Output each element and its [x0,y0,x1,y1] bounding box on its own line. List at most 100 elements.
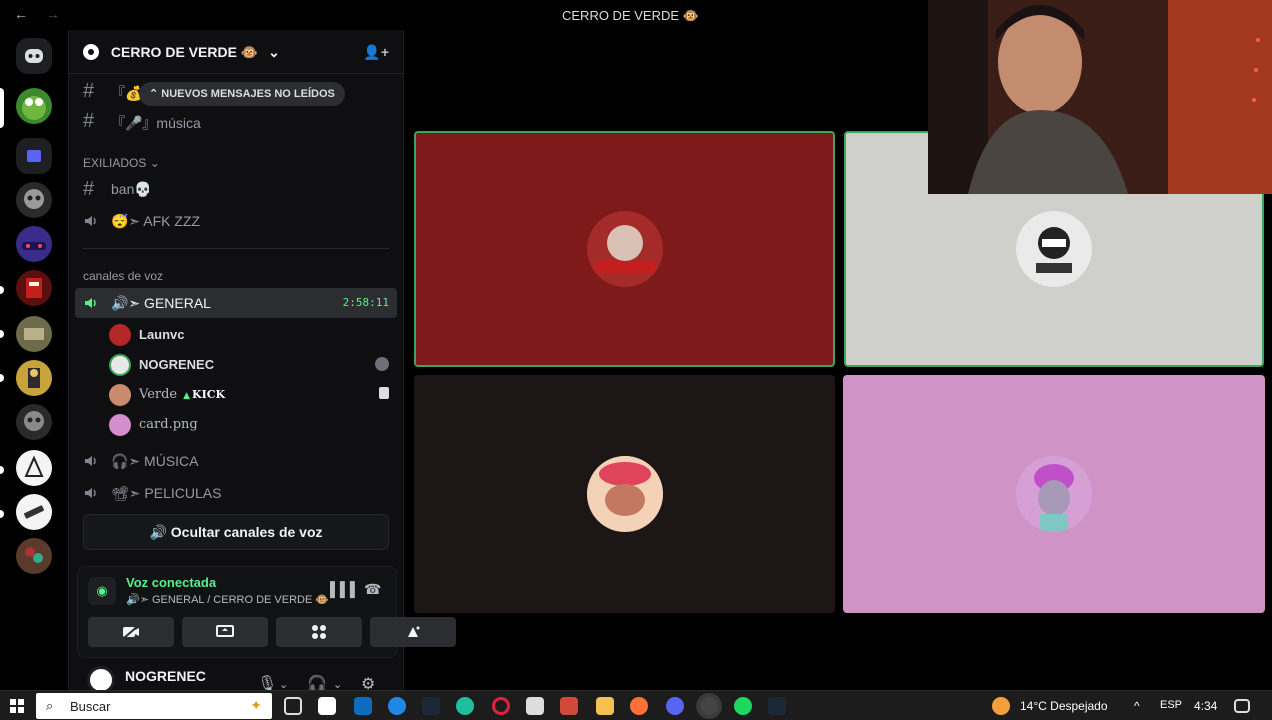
server-red-book-icon[interactable] [16,270,52,306]
voice-tile-launvc[interactable] [414,131,835,367]
server-money-icon[interactable] [16,316,52,352]
forward-arrow-icon[interactable]: → [46,6,60,22]
channel-ban[interactable]: # ban💀 [75,174,397,204]
voice-user-name: Launvc [139,327,185,342]
folder-icon[interactable] [16,138,52,174]
weather-text[interactable]: 14°C Despejado [1020,699,1108,713]
separator [83,248,389,249]
avatar [109,414,131,436]
server-sketch-icon[interactable] [16,450,52,486]
channel-sidebar: CERRO DE VERDE 🐵 ⌄ 👤+ # 『💰』... ⌃ NUEVOS … [68,30,456,694]
windows-taskbar: ⌕ Buscar ✦ 14°C Despejado ^ ESP 4:34 [0,690,1272,720]
server-game-icon[interactable] [16,538,52,574]
server-skull-icon[interactable] [16,182,52,218]
valorant-icon[interactable] [526,697,544,715]
avatar [109,384,131,406]
voice-user[interactable]: Launvc [109,320,397,348]
firefox-icon[interactable] [630,697,648,715]
opera-icon[interactable] [492,697,510,715]
activities-button[interactable] [276,617,362,647]
channel-peliculas-voice[interactable]: 📽➣ PELICULAS [75,478,397,508]
server-frog-icon[interactable] [16,88,52,124]
kick-badge: KICK [183,388,225,401]
sparkle-icon: ✦ [250,697,262,713]
app-icon[interactable] [388,697,406,715]
edge-icon[interactable] [456,697,474,715]
hash-icon: # [83,110,95,132]
server-character-icon[interactable] [16,360,52,396]
category-voice-channels[interactable]: canales de voz [83,269,163,283]
channel-label: 📽➣ PELICULAS [111,485,222,501]
speaker-icon [85,488,96,498]
camera-off-button[interactable] [88,617,174,647]
unread-dot [0,374,4,382]
voice-status[interactable]: Voz conectada [126,575,216,590]
steam-2-icon[interactable] [768,697,786,715]
clock[interactable]: 4:34 [1194,699,1217,713]
new-unread-messages-pill[interactable]: ⌃ NUEVOS MENSAJES NO LEÍDOS [139,82,345,106]
discord-home-icon[interactable] [16,38,52,74]
speaker-icon [85,216,96,226]
tf-icon[interactable] [560,697,578,715]
channel-musica-text[interactable]: # 『🎤』música [75,106,397,136]
screen-icon [379,387,389,399]
file-explorer-icon[interactable] [596,697,614,715]
avatar [1016,211,1092,287]
channel-label: ban💀 [111,181,152,197]
webcam-overlay [928,0,1272,194]
signal-icon[interactable]: ◉ [88,577,116,605]
voice-user[interactable]: card.png [109,410,397,438]
voice-tile-verde[interactable] [414,375,835,613]
voice-user[interactable]: VerdeKICK [109,380,397,408]
unread-dot [0,466,4,474]
server-gun-icon[interactable] [16,494,52,530]
voice-tile-card[interactable] [843,375,1265,613]
back-arrow-icon[interactable]: ← [14,6,28,22]
voice-user[interactable]: NOGRENEC [109,350,397,378]
activities-icon [312,625,326,639]
server-purple-car-icon[interactable] [16,226,52,262]
screen-share-button[interactable] [182,617,268,647]
avatar [109,324,131,346]
speaker-icon [85,456,96,466]
tray-chevron-icon[interactable]: ^ [1134,699,1140,713]
server-guild-icon [83,44,99,60]
channel-musica-voice[interactable]: 🎧➣ MÚSICA [75,446,397,476]
chevron-down-icon: ⌄ [268,44,280,60]
windows-start-icon[interactable] [10,699,24,713]
category-exiliados[interactable]: EXILIADOS ⌄ [83,156,160,170]
history-nav: ← → [14,6,74,22]
call-timer: 2:58:11 [342,296,389,309]
noise-suppression-icon[interactable]: ▌▌▌ [330,581,360,597]
voice-user-name: NOGRENEC [139,357,215,372]
avatar [109,354,131,376]
unread-dot [0,510,4,518]
disconnect-icon[interactable]: ☎ [364,581,381,598]
spotify-icon[interactable] [734,697,752,715]
server-skull-2-icon[interactable] [16,404,52,440]
camera-off-icon [123,625,139,639]
soundboard-button[interactable] [370,617,456,647]
invite-people-icon[interactable]: 👤+ [363,44,389,61]
steam-icon[interactable] [422,697,440,715]
avatar [586,456,663,532]
channel-general-voice[interactable]: 🔊➣ GENERAL 2:58:11 [75,288,397,318]
server-header[interactable]: CERRO DE VERDE 🐵 ⌄ 👤+ [69,30,403,74]
store-icon[interactable] [318,697,336,715]
task-view-icon[interactable] [284,697,302,715]
voice-location[interactable]: 🔊➣ GENERAL / CERRO DE VERDE 🐵 [126,593,329,606]
search-icon: ⌕ [46,698,54,713]
weather-icon[interactable] [992,697,1010,715]
discord-taskbar-icon[interactable] [666,697,684,715]
taskbar-search[interactable]: ⌕ Buscar ✦ [36,693,272,719]
language-indicator[interactable]: ESP [1160,699,1182,711]
unread-dot [0,330,4,338]
hide-voice-channels-button[interactable]: 🔊 Ocultar canales de voz [83,514,389,550]
notifications-icon[interactable] [1234,699,1250,713]
voice-user-name: card.png [139,417,198,432]
user-name[interactable]: NOGRENEC [125,668,206,684]
activity-icon [375,357,389,371]
obs-icon[interactable] [700,697,718,715]
channel-afk[interactable]: 😴➣ AFK ZZZ [75,206,397,236]
outlook-icon[interactable] [354,697,372,715]
